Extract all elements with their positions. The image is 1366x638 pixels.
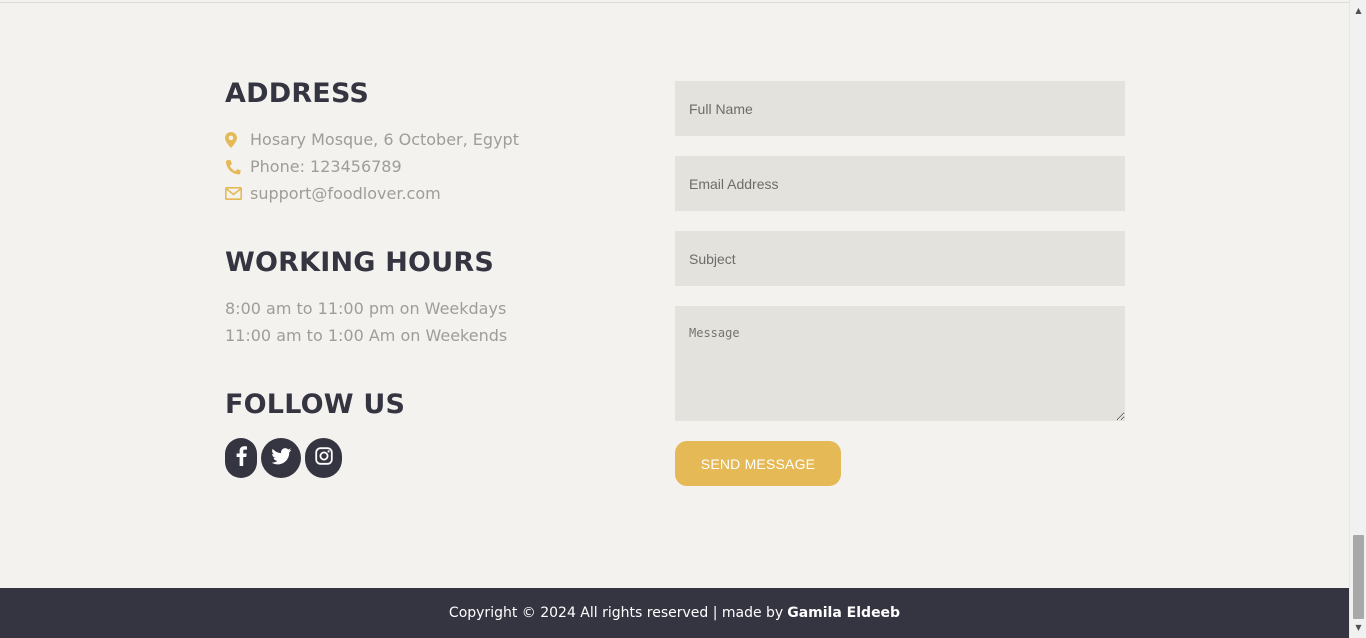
weekdays-hours: 8:00 am to 11:00 pm on Weekdays [225,299,507,318]
author-name: Gamila Eldeeb [787,605,901,621]
email-field[interactable] [675,156,1125,211]
scroll-down-arrow-icon[interactable]: ▼ [1350,619,1366,636]
address-text: Hosary Mosque, 6 October, Egypt [250,130,519,149]
phone-text: Phone: 123456789 [250,157,402,176]
send-message-button[interactable]: SEND MESSAGE [675,441,841,486]
facebook-button[interactable] [225,438,257,478]
message-field[interactable] [675,306,1125,421]
email-line: support@foodlover.com [225,184,441,203]
phone-line: Phone: 123456789 [225,157,402,176]
scroll-up-arrow-icon[interactable]: ▲ [1350,2,1366,19]
full-name-field[interactable] [675,81,1125,136]
facebook-icon [236,446,247,470]
map-marker-icon [225,131,245,148]
address-heading: ADDRESS [225,78,370,109]
social-links [225,438,342,478]
copyright-text: Copyright © 2024 All rights reserved | m… [448,605,784,621]
page: ADDRESS Hosary Mosque, 6 October, Egypt … [0,0,1366,638]
address-line: Hosary Mosque, 6 October, Egypt [225,130,519,149]
twitter-icon [270,447,292,469]
top-divider [0,2,1350,3]
envelope-icon [225,187,245,200]
scrollbar-thumb[interactable] [1353,535,1364,619]
weekends-hours: 11:00 am to 1:00 Am on Weekends [225,326,508,345]
instagram-button[interactable] [305,438,342,478]
instagram-icon [314,447,333,469]
email-text[interactable]: support@foodlover.com [250,184,441,203]
follow-us-heading: FOLLOW US [225,389,406,420]
vertical-scrollbar[interactable]: ▲ ▼ [1349,0,1366,638]
footer: Copyright © 2024 All rights reserved | m… [0,588,1349,638]
working-hours-heading: WORKING HOURS [225,247,494,278]
twitter-button[interactable] [261,438,301,478]
subject-field[interactable] [675,231,1125,286]
phone-icon [225,159,245,175]
